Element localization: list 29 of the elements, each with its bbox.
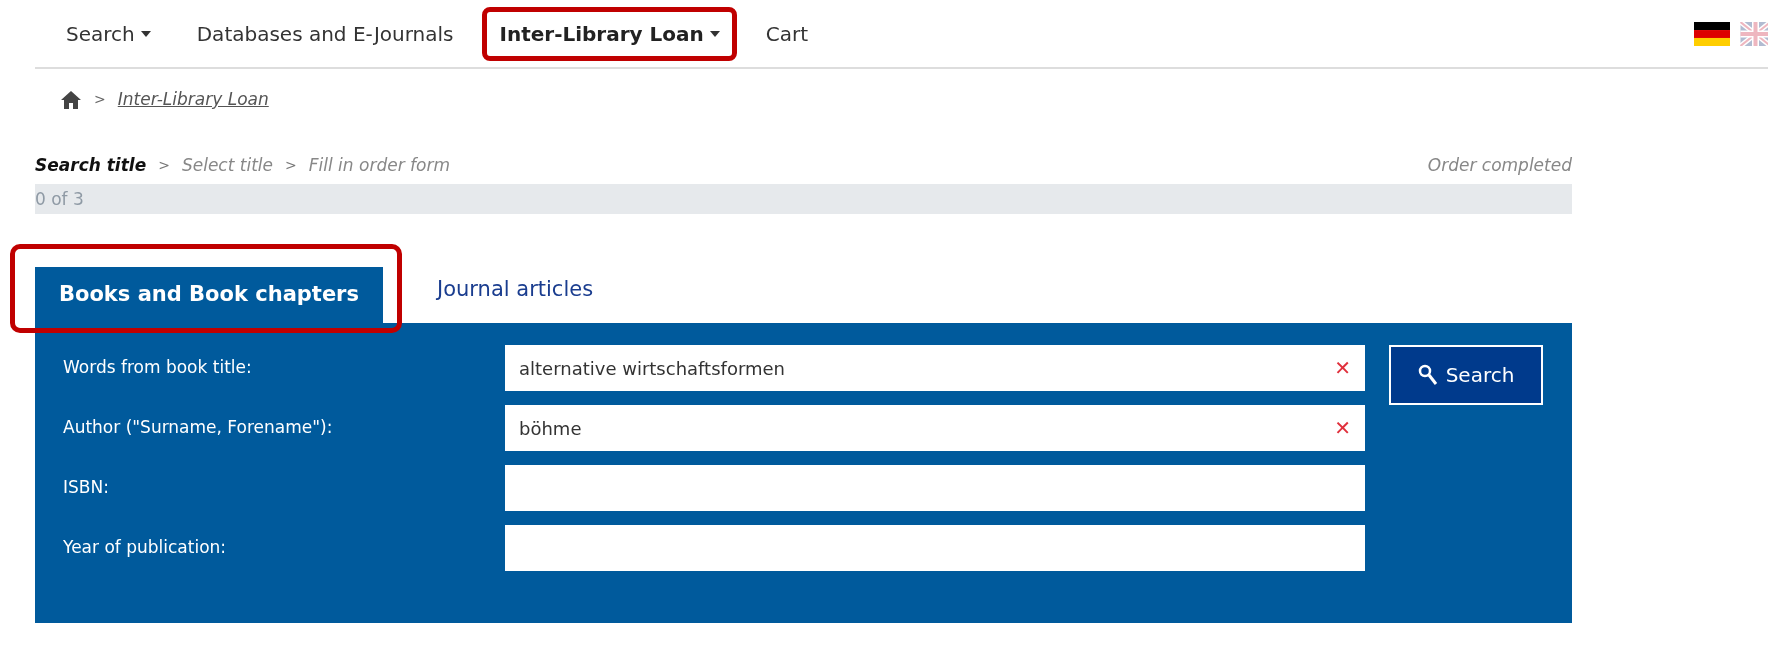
breadcrumb-link[interactable]: Inter-Library Loan xyxy=(117,87,269,113)
step-label: Order completed xyxy=(1427,153,1572,177)
progress-label: 0 of 3 xyxy=(35,188,84,211)
step-separator: > xyxy=(158,155,170,175)
tab[interactable]: Journal articles xyxy=(413,262,618,318)
field-label: ISBN: xyxy=(63,476,110,500)
clear-icon[interactable]: ✕ xyxy=(1334,413,1351,443)
field-label: Author ("Surname, Forename"): xyxy=(63,416,334,440)
input-field[interactable] xyxy=(505,525,1365,571)
step-label: Select title xyxy=(181,153,273,177)
tab[interactable]: Books and Book chapters xyxy=(35,267,383,323)
search-icon xyxy=(1417,364,1438,386)
nav-item[interactable]: Inter-Library Loan xyxy=(482,6,737,61)
field-label: Year of publication: xyxy=(63,536,228,560)
breadcrumb-separator: > xyxy=(94,90,106,110)
nav-item[interactable]: Databases and E-Journals xyxy=(179,6,471,61)
input-field[interactable] xyxy=(505,465,1365,511)
step-separator: > xyxy=(285,155,297,175)
home-icon[interactable] xyxy=(60,89,82,110)
step-label: Search title xyxy=(35,153,147,177)
nav-item[interactable]: Cart xyxy=(748,6,826,61)
input-field[interactable]: böhme ✕ xyxy=(505,405,1365,451)
german-flag-icon[interactable] xyxy=(1694,21,1730,46)
step-label: Fill in order form xyxy=(308,153,450,177)
field-label: Words from book title: xyxy=(63,356,253,380)
nav-item[interactable]: Search xyxy=(49,6,168,61)
clear-icon[interactable]: ✕ xyxy=(1334,353,1351,383)
search-button[interactable]: Search xyxy=(1389,345,1543,405)
input-field[interactable]: alternative wirtschaftsformen ✕ xyxy=(505,345,1365,391)
